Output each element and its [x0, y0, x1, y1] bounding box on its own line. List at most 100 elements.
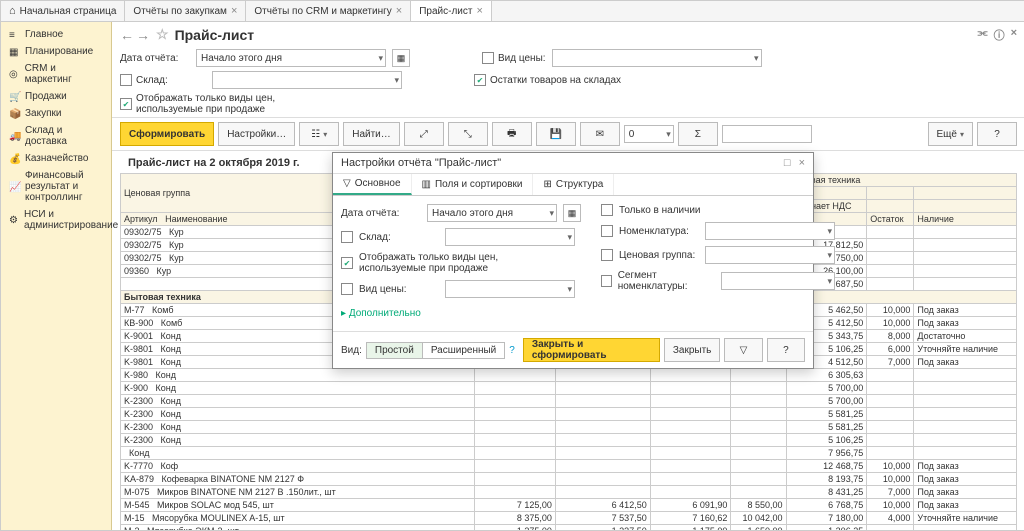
dialog-tab-fields[interactable]: ▥Поля и сортировки [412, 174, 534, 195]
collapse-button[interactable]: ⤡ [448, 122, 488, 146]
print-button[interactable]: 🖶 [492, 122, 532, 146]
calendar-button[interactable]: ▦ [563, 204, 581, 222]
dlg-segment-select[interactable]: ▾ [721, 272, 835, 290]
table-row[interactable]: K-2300 Конд5 581,25 [121, 408, 1017, 421]
forward-icon[interactable]: → [136, 27, 150, 43]
table-row[interactable]: K-980 Конд6 305,63 [121, 369, 1017, 382]
admin-icon: ⚙ [9, 215, 18, 225]
save-button[interactable]: 💾 [536, 122, 576, 146]
dlg-help-button[interactable]: ? [767, 338, 805, 362]
pricetype-select[interactable]: ▾ [552, 49, 762, 67]
find-button[interactable]: Найти… [343, 122, 400, 146]
back-icon[interactable]: ← [120, 27, 134, 43]
sum-field[interactable] [722, 125, 812, 143]
help-icon[interactable]: ⓘ [994, 27, 1005, 43]
nav-purchases[interactable]: 📦Закупки [1, 105, 111, 122]
settings-button[interactable]: Настройки… [218, 122, 295, 146]
view-mode-toggle[interactable]: Простой Расширенный [366, 342, 505, 359]
expand-button[interactable]: ⤢ [404, 122, 444, 146]
sum-button[interactable]: Σ [678, 122, 718, 146]
table-row[interactable]: M-15 Мясорубка MOULINEX A-15, шт8 375,00… [121, 512, 1017, 525]
menu-icon: ≡ [9, 30, 19, 40]
variants-button[interactable]: ☷▾ [299, 122, 339, 146]
help-button[interactable]: ? [977, 122, 1017, 146]
dialog-tab-structure[interactable]: ⊞Структура [533, 174, 614, 195]
tree-icon: ⊞ [543, 179, 551, 190]
nav-crm[interactable]: ◎CRM и маркетинг [1, 60, 111, 88]
table-row[interactable]: K-900 Конд5 700,00 [121, 382, 1017, 395]
table-row[interactable]: M-075 Микров BINATONE NM 2127 В .150лит.… [121, 486, 1017, 499]
purchases-icon: 📦 [9, 109, 19, 119]
close-icon[interactable]: × [1011, 27, 1017, 43]
close-button[interactable]: Закрыть [664, 338, 721, 362]
dlg-warehouse-check[interactable] [341, 231, 353, 243]
dialog-close-icon[interactable]: × [799, 157, 805, 169]
pricetype-checkbox[interactable]: Вид цены: [482, 52, 546, 64]
star-icon[interactable]: ☆ [156, 26, 169, 43]
nav-warehouse[interactable]: 🚚Склад и доставка [1, 122, 111, 150]
generate-button[interactable]: Сформировать [120, 122, 214, 146]
table-row[interactable]: M-3 Мясорубка ЭКМ-3, шт1 375,001 237,501… [121, 525, 1017, 531]
dialog-minimize-icon[interactable]: □ [784, 157, 791, 169]
date-label: Дата отчёта: [120, 53, 190, 64]
dlg-date-select[interactable]: Начало этого дня▾ [427, 204, 557, 222]
view-simple[interactable]: Простой [367, 343, 423, 358]
nav-planning[interactable]: ▦Планирование [1, 43, 111, 60]
calendar-button[interactable]: ▦ [392, 49, 410, 67]
level-select[interactable]: 0▾ [624, 125, 674, 143]
view-advanced[interactable]: Расширенный [423, 343, 504, 358]
chevron-down-icon: ▾ [378, 53, 383, 64]
nav-finance[interactable]: 📈Финансовый результат и контроллинг [1, 167, 111, 206]
warehouse-checkbox[interactable]: Склад: [120, 74, 206, 86]
tab-pricelist[interactable]: Прайс-лист× [411, 1, 492, 21]
close-icon[interactable]: × [231, 5, 237, 17]
dlg-nomenclature-select[interactable]: ▾ [705, 222, 835, 240]
chevron-down-icon: ▾ [394, 75, 399, 86]
dlg-pricegroup-check[interactable] [601, 249, 613, 261]
nav-sales[interactable]: 🛒Продажи [1, 88, 111, 105]
nav-treasury[interactable]: 💰Казначейство [1, 150, 111, 167]
table-row[interactable]: M-545 Микров SOLAC мод 545, шт7 125,006 … [121, 499, 1017, 512]
dialog-tab-main[interactable]: ▽Основное [333, 174, 412, 195]
columns-icon: ▥ [422, 179, 431, 190]
dlg-warehouse-select[interactable]: ▾ [445, 228, 575, 246]
dlg-pricegroup-select[interactable]: ▾ [705, 246, 835, 264]
dlg-segment-check[interactable] [601, 275, 612, 287]
close-icon[interactable]: × [396, 5, 402, 17]
table-row[interactable]: K-2300 Конд5 700,00 [121, 395, 1017, 408]
table-row[interactable]: K-2300 Конд5 106,25 [121, 434, 1017, 447]
dlg-only-used-check[interactable]: ✔ [341, 257, 353, 269]
funnel-icon: ▽ [343, 178, 351, 189]
detach-icon[interactable]: ⫘ [978, 27, 988, 43]
help-icon[interactable]: ? [509, 345, 515, 356]
table-row[interactable]: K-7770 Коф12 468,7510,000Под заказ [121, 460, 1017, 473]
sales-icon: 🛒 [9, 92, 19, 102]
dialog-title: Настройки отчёта "Прайс-лист" [341, 157, 501, 169]
crm-icon: ◎ [9, 69, 19, 79]
tab-home[interactable]: ⌂Начальная страница [1, 1, 125, 21]
filter-button[interactable]: ▽ [724, 338, 762, 362]
page-title: Прайс-лист [175, 27, 255, 43]
top-tabs: ⌂Начальная страница Отчёты по закупкам× … [1, 1, 1024, 22]
balance-checkbox[interactable]: ✔Остатки товаров на складах [474, 74, 621, 86]
nav-admin[interactable]: ⚙НСИ и администрирование [1, 206, 111, 234]
only-used-checkbox[interactable]: ✔Отображать только виды цен, используемы… [120, 93, 275, 115]
close-icon[interactable]: × [476, 5, 482, 17]
warehouse-select[interactable]: ▾ [212, 71, 402, 89]
more-button[interactable]: Ещё▾ [928, 122, 973, 146]
dlg-instock-check[interactable] [601, 204, 613, 216]
close-and-generate-button[interactable]: Закрыть и сформировать [523, 338, 660, 362]
tab-purchases[interactable]: Отчёты по закупкам× [125, 1, 246, 21]
table-row[interactable]: KA-879 Кофеварка BINATONE NM 2127 Ф8 193… [121, 473, 1017, 486]
table-row[interactable]: Конд7 956,75 [121, 447, 1017, 460]
dlg-pricetype-select[interactable]: ▾ [445, 280, 575, 298]
tab-crm[interactable]: Отчёты по CRM и маркетингу× [246, 1, 411, 21]
dlg-pricetype-check[interactable] [341, 283, 353, 295]
mail-button[interactable]: ✉ [580, 122, 620, 146]
toolbar: Сформировать Настройки… ☷▾ Найти… ⤢ ⤡ 🖶 … [112, 117, 1024, 151]
nav-main[interactable]: ≡Главное [1, 26, 111, 43]
dlg-more-link[interactable]: ▸ Дополнительно [341, 304, 581, 323]
table-row[interactable]: K-2300 Конд5 581,25 [121, 421, 1017, 434]
dlg-nomenclature-check[interactable] [601, 225, 613, 237]
date-select[interactable]: Начало этого дня▾ [196, 49, 386, 67]
